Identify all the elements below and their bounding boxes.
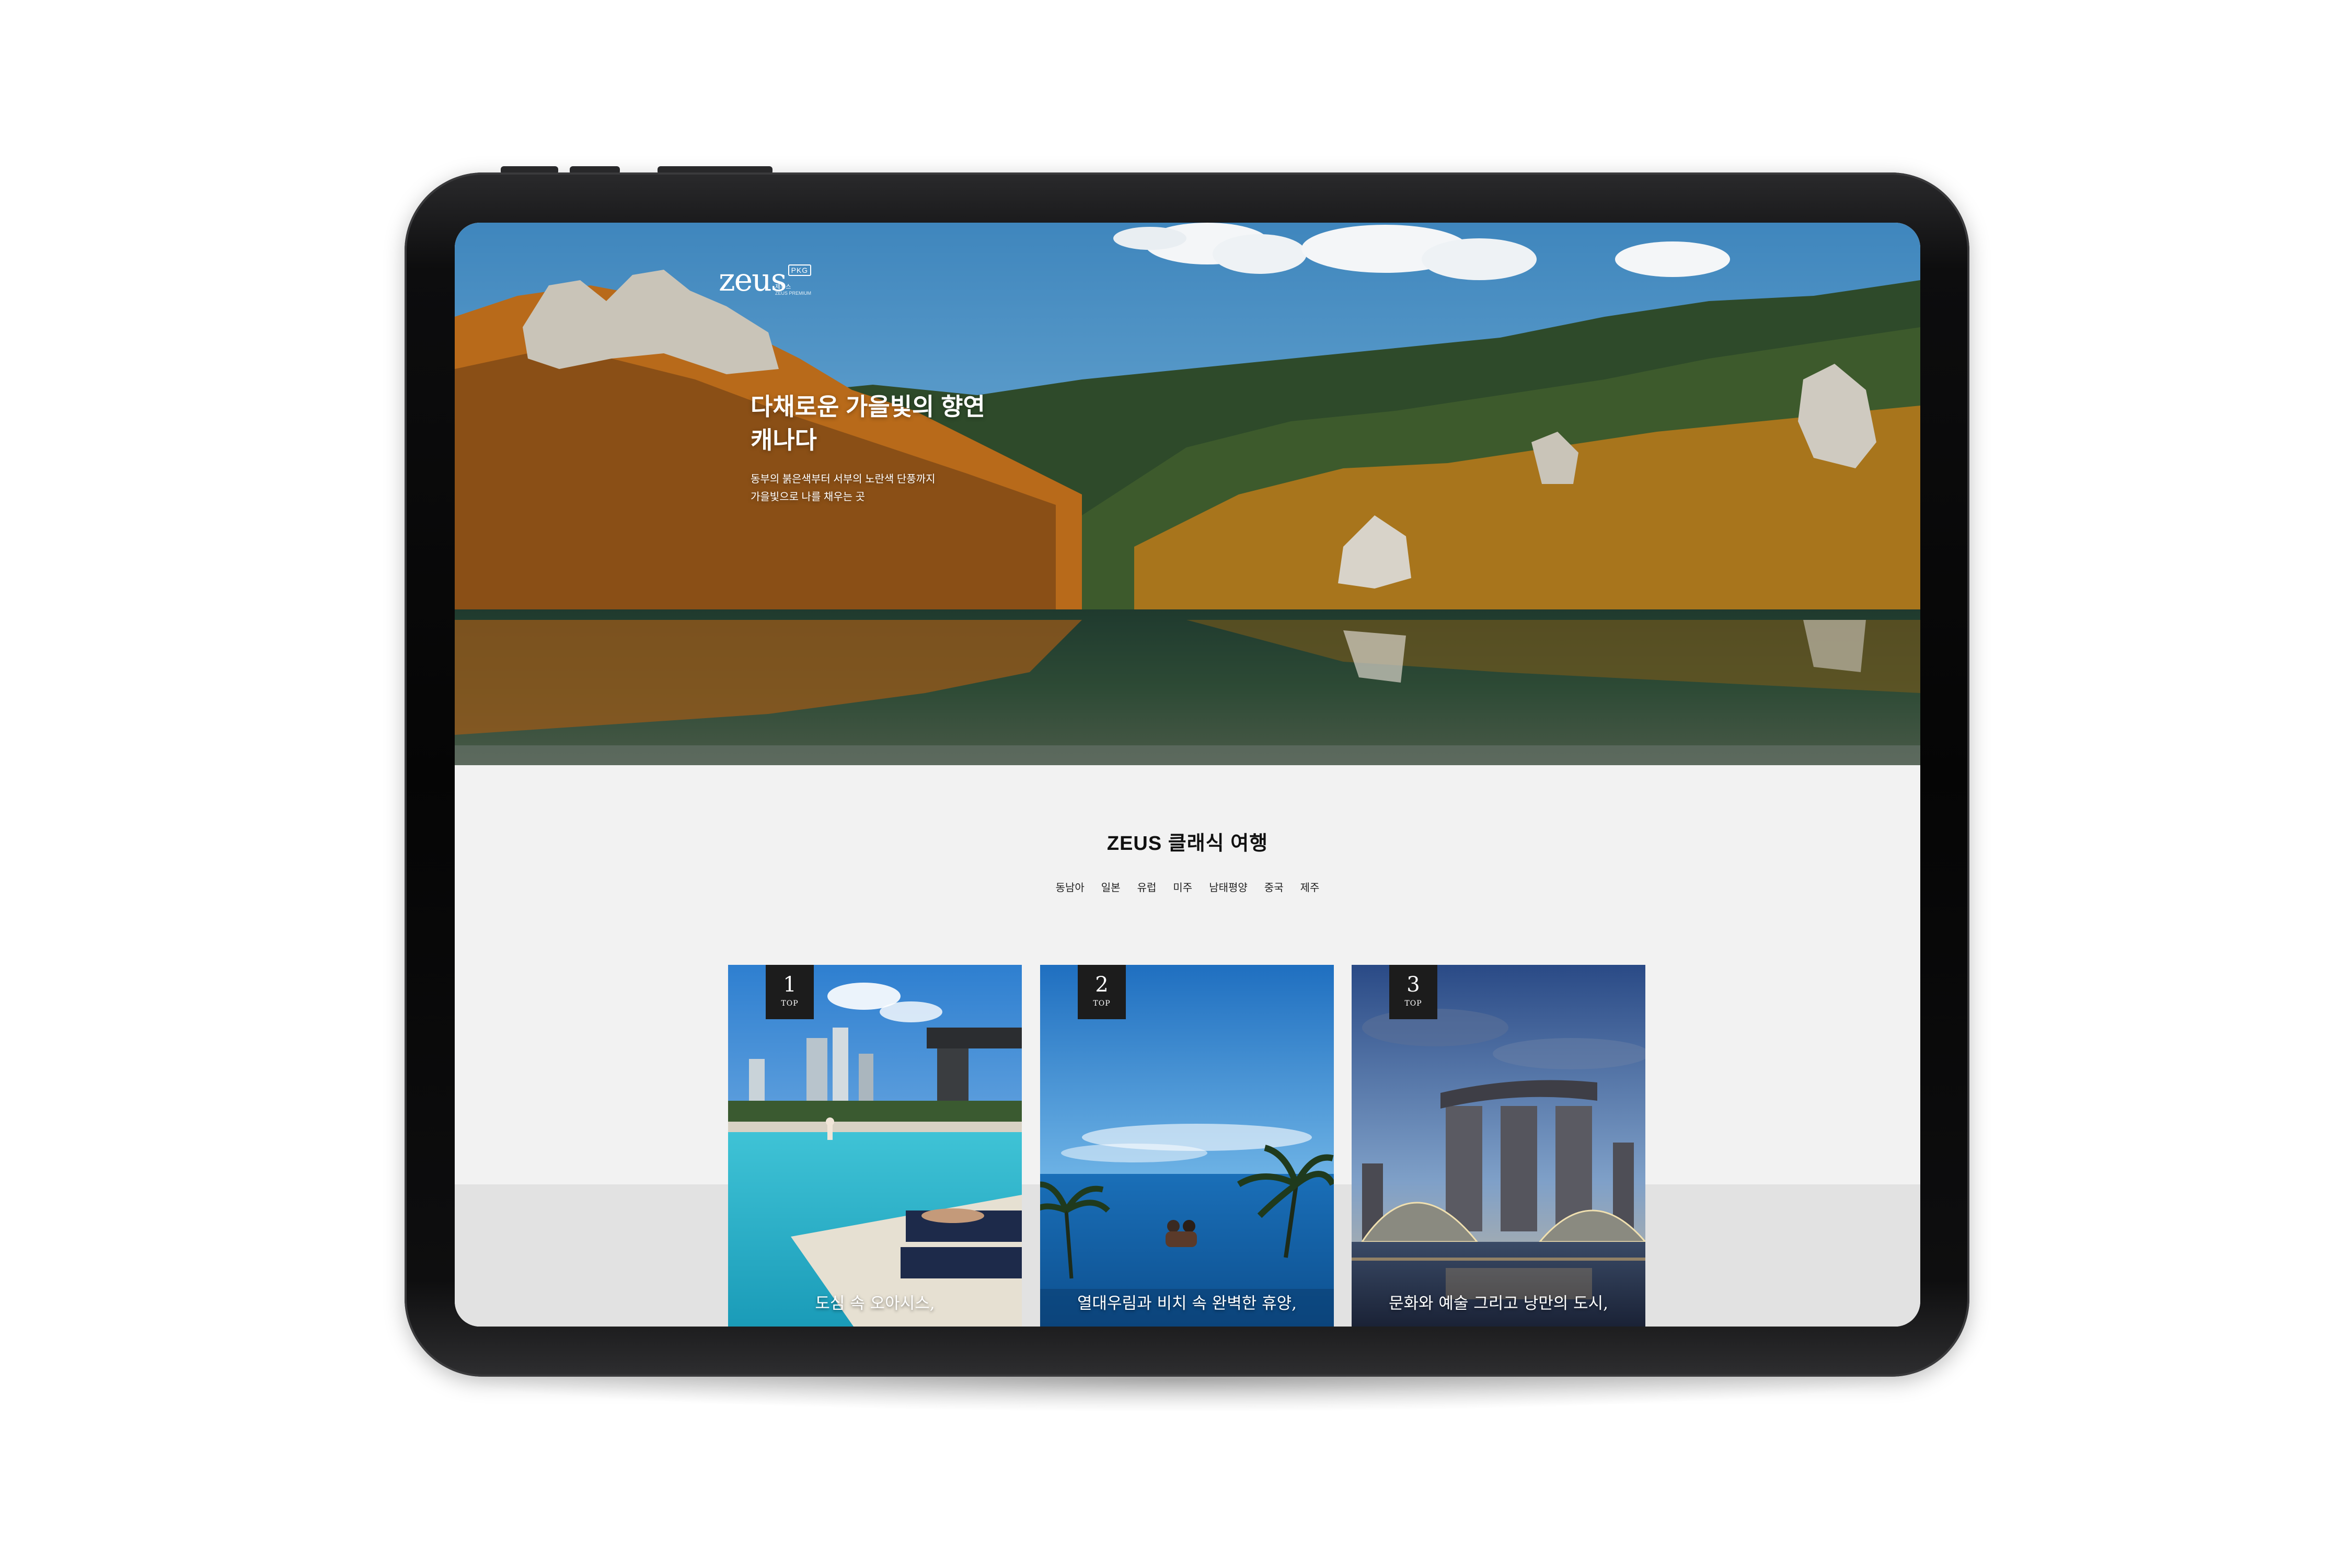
rank-number: 1 (783, 973, 797, 997)
section-title: ZEUS 클래식 여행 (1106, 833, 1269, 855)
card-caption: 열대우림과 비치 속 완벽한 휴양, (1077, 1294, 1297, 1313)
zeus-logo[interactable]: zeus PKG 제우스 ZEUS PREMIUM (719, 264, 812, 296)
rank-badge: 2 TOP (1078, 965, 1126, 1019)
hero-title-line1: 다채로운 가을빛의 향연 (751, 393, 985, 420)
rank-badge: 3 TOP (1389, 965, 1437, 1019)
tab-china[interactable]: 중국 (1264, 879, 1284, 894)
logo-sub2: ZEUS PREMIUM (775, 291, 812, 296)
tab-europe[interactable]: 유럽 (1137, 879, 1157, 894)
rank-label: TOP (1404, 999, 1422, 1008)
hero-desc-line1: 동부의 붉은색부터 서부의 노란색 단풍까지 (751, 474, 936, 485)
rank-number: 2 (1095, 973, 1109, 997)
tab-south-pacific[interactable]: 남태평양 (1209, 879, 1248, 894)
region-tabs: 동남아 일본 유럽 미주 남태평양 중국 제주 (455, 879, 1920, 894)
travel-card-1[interactable]: 1 TOP 도심 속 오아시스, (728, 965, 1022, 1327)
tablet-screen: zeus PKG 제우스 ZEUS PREMIUM 다채로운 가을빛의 향연 캐나… (455, 223, 1920, 1327)
travel-card-2[interactable]: 2 TOP 열대우림과 비치 속 완벽한 휴양, (1040, 965, 1334, 1327)
card-caption: 도심 속 오아시스, (815, 1294, 935, 1313)
tab-japan[interactable]: 일본 (1101, 879, 1121, 894)
tab-americas[interactable]: 미주 (1173, 879, 1192, 894)
logo-sub: 제우스 (775, 284, 791, 290)
hero-text: 다채로운 가을빛의 향연 캐나다 동부의 붉은색부터 서부의 노란색 단풍까지 … (751, 390, 985, 506)
hero-description: 동부의 붉은색부터 서부의 노란색 단풍까지 가을빛으로 나를 채우는 곳 (751, 470, 985, 506)
tab-jeju[interactable]: 제주 (1300, 879, 1320, 894)
hero-image (455, 223, 1920, 765)
tab-southeast-asia[interactable]: 동남아 (1056, 879, 1085, 894)
hero-title: 다채로운 가을빛의 향연 캐나다 (751, 390, 985, 457)
logo-badge: PKG (788, 264, 812, 276)
rank-label: TOP (1093, 999, 1111, 1008)
rank-label: TOP (781, 999, 799, 1008)
travel-card-3[interactable]: 3 TOP 문화와 예술 그리고 낭만의 도시, (1352, 965, 1645, 1327)
hero-banner[interactable]: zeus PKG 제우스 ZEUS PREMIUM 다채로운 가을빛의 향연 캐나… (455, 223, 1920, 765)
rank-badge: 1 TOP (766, 965, 814, 1019)
card-caption: 문화와 예술 그리고 낭만의 도시, (1388, 1294, 1609, 1313)
hero-desc-line2: 가을빛으로 나를 채우는 곳 (751, 491, 866, 503)
hero-title-line2: 캐나다 (751, 426, 817, 454)
rank-number: 3 (1406, 973, 1420, 997)
